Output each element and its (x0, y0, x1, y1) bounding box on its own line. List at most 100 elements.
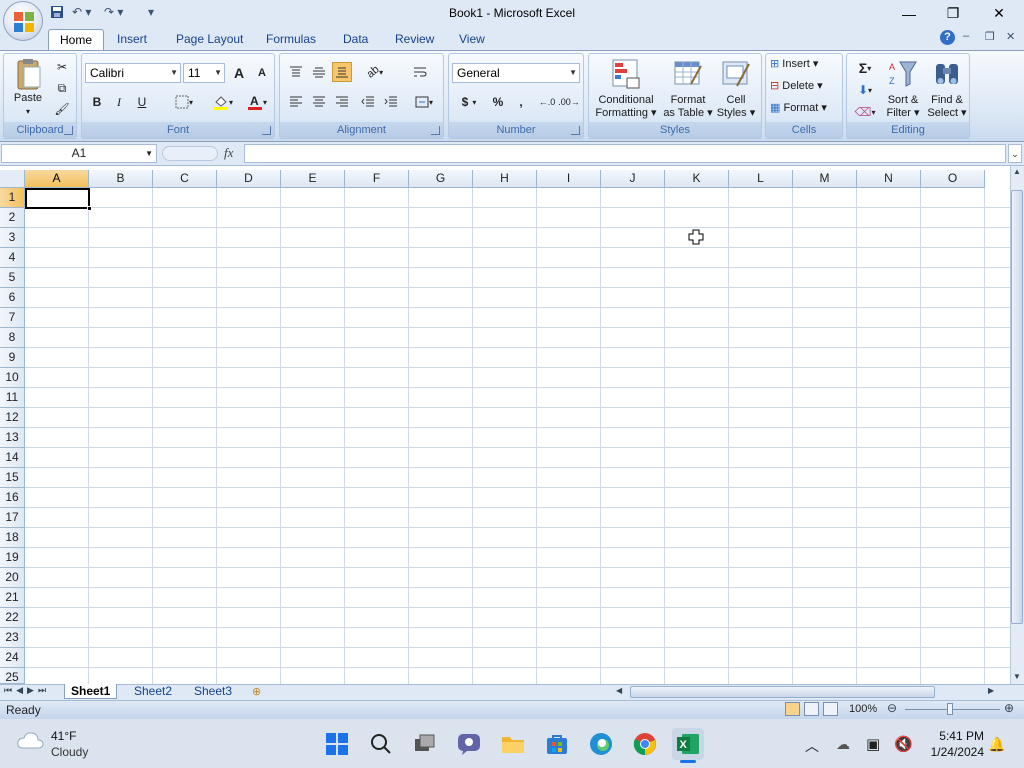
align-bottom-icon[interactable] (332, 62, 352, 82)
currency-button[interactable]: $ ▾ (454, 92, 484, 112)
active-cell[interactable] (25, 188, 90, 209)
tab-view[interactable]: View (448, 29, 496, 50)
align-middle-icon[interactable] (309, 62, 329, 82)
cloud-icon[interactable] (16, 730, 44, 750)
clipboard-launcher-icon[interactable] (64, 126, 73, 135)
bold-button[interactable]: B (87, 92, 107, 112)
row-header[interactable]: 4 (0, 248, 25, 268)
row-header[interactable]: 14 (0, 448, 25, 468)
comma-button[interactable]: , (511, 92, 531, 112)
grow-font-button[interactable]: A (229, 63, 249, 83)
sheet-tab-sheet1[interactable]: Sheet1 (64, 684, 118, 699)
taskbar-clock-date[interactable]: 1/24/2024 (914, 745, 984, 759)
clear-button[interactable]: ⌫ ▾ (851, 102, 879, 122)
font-name-select[interactable]: Calibri ▼ (85, 63, 181, 83)
select-all-corner[interactable] (0, 170, 25, 188)
format-as-table-button[interactable]: Format as Table ▾ (663, 58, 713, 120)
cut-icon[interactable]: ✂ (52, 57, 72, 77)
notification-bell-icon[interactable]: 🔔 (988, 736, 1005, 753)
ribbon-minimize-icon[interactable]: – (963, 30, 969, 42)
font-launcher-icon[interactable] (262, 126, 271, 135)
network-icon[interactable]: ▣ (866, 735, 880, 753)
decrease-indent-icon[interactable] (358, 92, 378, 112)
column-header[interactable]: I (537, 170, 601, 188)
autosum-button[interactable]: Σ ▾ (851, 58, 879, 78)
row-header[interactable]: 9 (0, 348, 25, 368)
column-header[interactable]: O (921, 170, 985, 188)
percent-button[interactable]: % (488, 92, 508, 112)
zoom-in-icon[interactable]: ⊕ (1004, 701, 1014, 715)
delete-cells-button[interactable]: ⊟ Delete ▾ (770, 80, 840, 93)
vertical-scroll-thumb[interactable] (1011, 190, 1023, 624)
row-header[interactable]: 1 (0, 188, 25, 208)
row-header[interactable]: 8 (0, 328, 25, 348)
number-launcher-icon[interactable] (571, 126, 580, 135)
fill-button[interactable]: ⬇ ▾ (851, 80, 879, 100)
column-header[interactable]: A (25, 170, 89, 188)
scroll-down-icon[interactable]: ▼ (1011, 672, 1023, 682)
sheet-navigation-icons[interactable]: ⏮◀▶⏭ (4, 685, 50, 696)
wrap-text-icon[interactable] (410, 62, 430, 82)
formula-resize-handle[interactable] (162, 146, 218, 161)
taskbar-clock-time[interactable]: 5:41 PM (922, 729, 984, 743)
tab-data[interactable]: Data (332, 29, 379, 50)
column-header[interactable]: H (473, 170, 537, 188)
search-icon[interactable] (365, 728, 397, 760)
column-header[interactable]: J (601, 170, 665, 188)
format-painter-icon[interactable]: 🖌 (52, 99, 72, 119)
name-box[interactable]: A1 ▼ (1, 144, 157, 163)
row-header[interactable]: 12 (0, 408, 25, 428)
weather-condition[interactable]: Cloudy (51, 745, 88, 759)
onedrive-cloud-icon[interactable]: ☁ (836, 736, 850, 753)
column-header[interactable]: D (217, 170, 281, 188)
row-header[interactable]: 20 (0, 568, 25, 588)
tab-formulas[interactable]: Formulas (255, 29, 327, 50)
row-header[interactable]: 21 (0, 588, 25, 608)
maximize-button[interactable]: ❐ (930, 0, 976, 27)
page-break-view-icon[interactable] (823, 702, 838, 716)
merge-center-icon[interactable]: ▾ (410, 92, 438, 112)
number-format-select[interactable]: General ▼ (452, 63, 580, 83)
row-header[interactable]: 25 (0, 668, 25, 684)
task-view-icon[interactable] (409, 728, 441, 760)
show-hidden-icons-chevron-icon[interactable]: ︿ (805, 736, 819, 756)
fill-color-button[interactable]: ▾ (208, 92, 238, 112)
row-header[interactable]: 3 (0, 228, 25, 248)
zoom-slider-thumb[interactable] (947, 703, 953, 715)
conditional-formatting-button[interactable]: Conditional Formatting ▾ (592, 58, 660, 120)
insert-function-icon[interactable]: fx (224, 145, 233, 161)
scroll-up-icon[interactable]: ▲ (1011, 167, 1023, 177)
name-box-dropdown-icon[interactable]: ▼ (145, 145, 153, 162)
row-header[interactable]: 13 (0, 428, 25, 448)
column-header[interactable]: F (345, 170, 409, 188)
edge-browser-icon[interactable] (585, 728, 617, 760)
italic-button[interactable]: I (109, 92, 129, 112)
align-left-icon[interactable] (286, 92, 306, 112)
chrome-browser-icon[interactable] (629, 728, 661, 760)
page-layout-view-icon[interactable] (804, 702, 819, 716)
cell-styles-button[interactable]: Cell Styles ▾ (713, 58, 759, 120)
office-button[interactable] (3, 1, 43, 41)
row-header[interactable]: 15 (0, 468, 25, 488)
column-header[interactable]: B (89, 170, 153, 188)
align-center-icon[interactable] (309, 92, 329, 112)
find-select-button[interactable]: Find & Select ▾ (925, 58, 969, 120)
file-explorer-icon[interactable] (497, 728, 529, 760)
sheet-tab-sheet3[interactable]: Sheet3 (188, 684, 238, 699)
row-header[interactable]: 11 (0, 388, 25, 408)
cell-grid[interactable] (25, 188, 1010, 684)
zoom-out-icon[interactable]: ⊖ (887, 701, 897, 715)
scroll-left-icon[interactable]: ◀ (616, 686, 622, 695)
horizontal-scroll-thumb[interactable] (630, 686, 935, 698)
font-size-select[interactable]: 11 ▼ (183, 63, 225, 83)
column-header[interactable]: E (281, 170, 345, 188)
tab-review[interactable]: Review (384, 29, 445, 50)
increase-decimal-icon[interactable]: ←.0 (537, 92, 557, 112)
volume-muted-icon[interactable]: 🔇 (894, 735, 913, 753)
teams-chat-icon[interactable] (453, 728, 485, 760)
column-header[interactable]: C (153, 170, 217, 188)
column-header[interactable]: N (857, 170, 921, 188)
windows-start-icon[interactable] (321, 728, 353, 760)
tab-insert[interactable]: Insert (106, 29, 158, 50)
row-header[interactable]: 18 (0, 528, 25, 548)
